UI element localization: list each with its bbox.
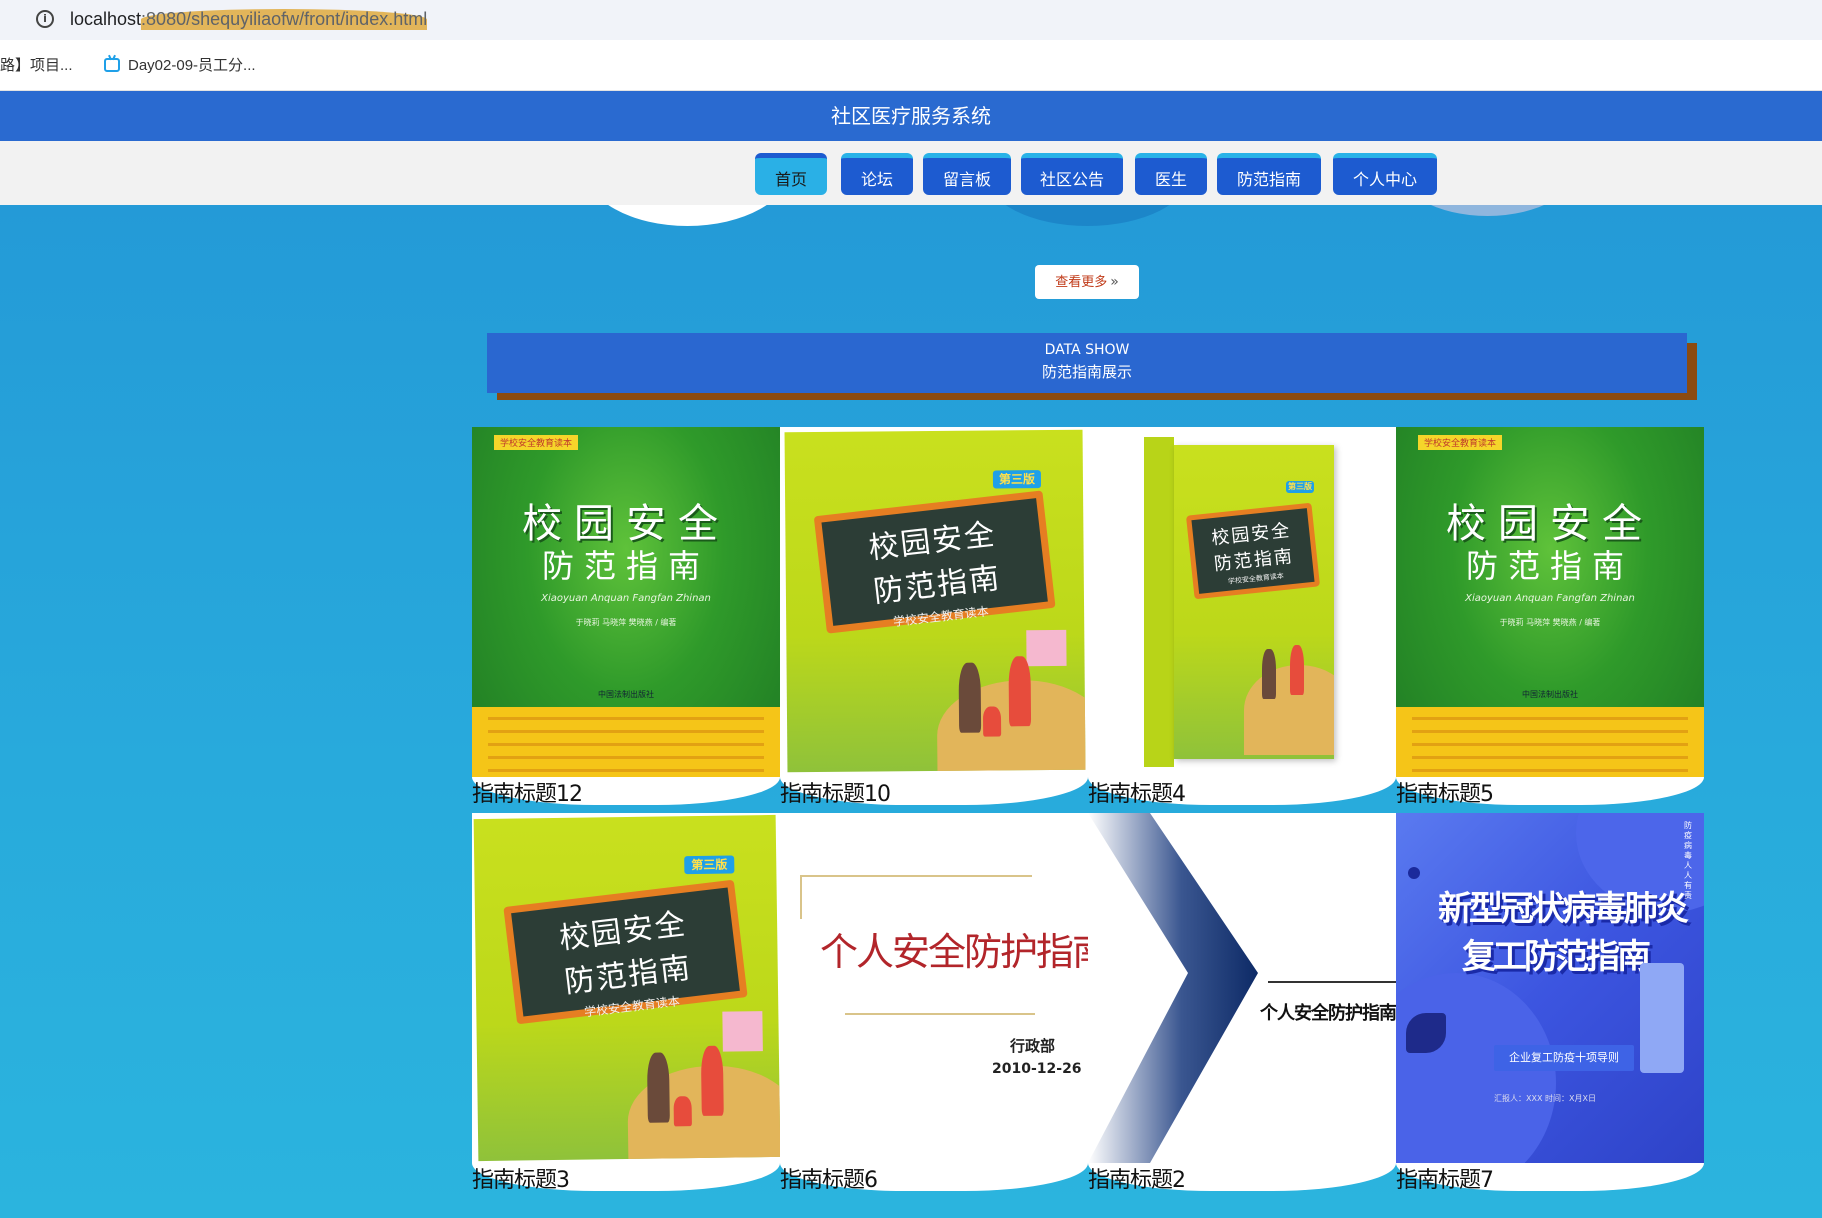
nav-home[interactable]: 首页 [755,153,827,195]
site-title: 社区医疗服务系统 [831,104,991,128]
site-header: 社区医疗服务系统 [0,91,1822,141]
main-nav: 首页 论坛 留言板 社区公告 医生 防范指南 个人中心 [0,141,1822,205]
guide-cover-image[interactable]: 第三版 校园安全 防范指南 学校安全教育读本 [1088,427,1396,777]
bookmark-item[interactable]: 路】项目... [0,54,73,75]
document-illustration [1640,963,1684,1073]
guide-card[interactable]: 新型冠状病毒肺炎 复工防范指南 企业复工防疫十项导则 汇报人：XXX 时间：X月… [1396,813,1704,1193]
guide-cover-image[interactable]: 个人安全防护指南 [1088,813,1396,1163]
guide-title[interactable]: 指南标题6 [780,1162,878,1194]
guide-title[interactable]: 指南标题5 [1396,776,1494,808]
site-info-icon[interactable]: i [36,10,54,28]
section-title: DATA SHOW 防范指南展示 [487,333,1687,393]
nav-message-board[interactable]: 留言板 [923,153,1011,195]
guide-card[interactable]: 个人安全防护指南 指南标题2 [1088,813,1396,1193]
guide-card[interactable]: 第三版 校园安全 防范指南 学校安全教育读本 指南标题3 [472,813,780,1193]
bookmarks-bar: 路】项目... Day02-09-员工分... [0,40,1822,91]
view-more-button[interactable]: 查看更多» [1035,265,1139,299]
guide-title[interactable]: 指南标题3 [472,1162,570,1194]
page-content: 社区医疗服务系统 首页 论坛 留言板 社区公告 医生 防范指南 个人中心 查看更… [0,91,1822,1218]
guide-card[interactable]: 个人安全防护指南 行政部 2010-12-26 指南标题6 [780,813,1088,1193]
guide-title[interactable]: 指南标题12 [472,776,583,808]
megaphone-icon [1406,1013,1446,1053]
nav-doctors[interactable]: 医生 [1135,153,1207,195]
guide-card[interactable]: 第三版 校园安全 防范指南 学校安全教育读本 指南标题10 [780,427,1088,807]
nav-announcements[interactable]: 社区公告 [1021,153,1123,195]
chevron-graphic [1088,813,1258,1163]
url-text[interactable]: localhost:8080/shequyiliaofw/front/index… [70,9,428,30]
guide-card[interactable]: 学校安全教育读本 校园安全 防范指南 Xiaoyuan Anquan Fangf… [472,427,780,807]
browser-address-bar[interactable]: i localhost:8080/shequyiliaofw/front/ind… [0,0,1822,40]
guide-cover-image[interactable]: 新型冠状病毒肺炎 复工防范指南 企业复工防疫十项导则 汇报人：XXX 时间：X月… [1396,813,1704,1163]
section-title-en: DATA SHOW [1044,342,1130,358]
guide-cover-image[interactable]: 学校安全教育读本 校园安全 防范指南 Xiaoyuan Anquan Fangf… [1396,427,1704,777]
guide-title[interactable]: 指南标题2 [1088,1162,1186,1194]
guide-cover-image[interactable]: 学校安全教育读本 校园安全 防范指南 Xiaoyuan Anquan Fangf… [472,427,780,777]
guide-card[interactable]: 第三版 校园安全 防范指南 学校安全教育读本 指南标题4 [1088,427,1396,807]
guide-title[interactable]: 指南标题10 [780,776,891,808]
nav-forum[interactable]: 论坛 [841,153,913,195]
guide-title[interactable]: 指南标题4 [1088,776,1186,808]
nav-prevention-guide[interactable]: 防范指南 [1217,153,1321,195]
guide-cover-image[interactable]: 第三版 校园安全 防范指南 学校安全教育读本 [472,813,780,1163]
guide-cover-image[interactable]: 个人安全防护指南 行政部 2010-12-26 [780,813,1088,1163]
bilibili-icon [104,58,120,72]
guide-cover-image[interactable]: 第三版 校园安全 防范指南 学校安全教育读本 [780,427,1088,777]
bookmark-item[interactable]: Day02-09-员工分... [104,54,256,75]
nav-personal-center[interactable]: 个人中心 [1333,153,1437,195]
section-title-cn: 防范指南展示 [1041,363,1132,381]
guide-title[interactable]: 指南标题7 [1396,1162,1494,1194]
double-chevron-right-icon: » [1110,274,1119,290]
guide-card[interactable]: 学校安全教育读本 校园安全 防范指南 Xiaoyuan Anquan Fangf… [1396,427,1704,807]
